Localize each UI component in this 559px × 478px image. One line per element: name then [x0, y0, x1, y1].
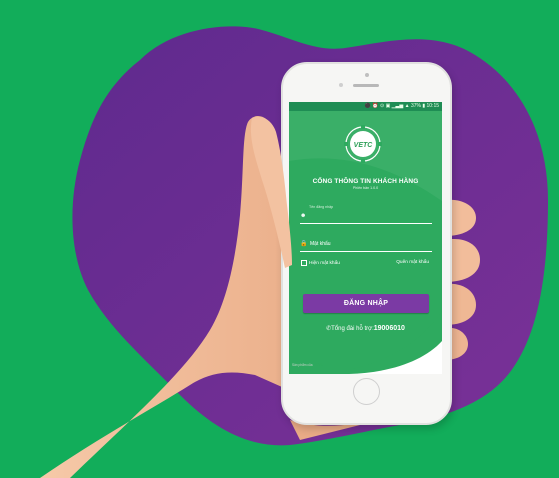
app-footer: Sản phẩm của VETC: [292, 363, 323, 367]
phone-screen: ⚫ ⏰ ⊙ ▣ ▁▃▅ ▲ 37% ▮ 10:15 VETC CỔNG THÔN…: [289, 102, 442, 374]
hand-illustration: [40, 116, 480, 478]
username-label: Tên đăng nhập: [309, 205, 334, 209]
status-bar: ⚫ ⏰ ⊙ ▣ ▁▃▅ ▲ 37% ▮ 10:15: [289, 102, 442, 111]
login-button[interactable]: ĐĂNG NHẬP: [303, 294, 429, 313]
vetc-logo-icon: VETC: [344, 125, 382, 163]
proximity-sensor: [339, 83, 343, 87]
hotline[interactable]: ✆Tổng đài hỗ trợ:19006010: [289, 325, 442, 332]
home-button[interactable]: [353, 378, 380, 405]
password-field[interactable]: 🔒 Mật khẩu: [300, 238, 432, 252]
forgot-password-link[interactable]: Quên mật khẩu: [396, 260, 429, 265]
app-version: Phiên bản 1.0.0: [352, 186, 379, 190]
checkbox-box[interactable]: [301, 260, 307, 266]
smartphone: ⚫ ⏰ ⊙ ▣ ▁▃▅ ▲ 37% ▮ 10:15 VETC CỔNG THÔN…: [281, 62, 452, 425]
show-password-label: Hiện mật khẩu: [309, 260, 340, 266]
hotline-number: 19006010: [373, 325, 405, 332]
login-screen: VETC CỔNG THÔNG TIN KHÁCH HÀNG Phiên bản…: [289, 111, 442, 374]
promo-stage: ⚫ ⏰ ⊙ ▣ ▁▃▅ ▲ 37% ▮ 10:15 VETC CỔNG THÔN…: [0, 0, 559, 478]
logo-text: VETC: [354, 142, 374, 149]
user-icon: ☻: [300, 213, 307, 219]
front-camera: [365, 73, 369, 77]
password-label: Mật khẩu: [310, 241, 331, 247]
show-password-checkbox[interactable]: Hiện mật khẩu: [301, 260, 340, 266]
footer-brand: VETC: [313, 363, 324, 367]
portal-title: CỔNG THÔNG TIN KHÁCH HÀNG: [312, 178, 419, 185]
lock-icon: 🔒: [300, 241, 308, 247]
username-field[interactable]: Tên đăng nhập ☻: [300, 204, 432, 224]
footer-prefix: Sản phẩm của: [292, 363, 313, 367]
earpiece-speaker: [353, 84, 379, 87]
hotline-prefix: Tổng đài hỗ trợ:: [331, 326, 374, 332]
